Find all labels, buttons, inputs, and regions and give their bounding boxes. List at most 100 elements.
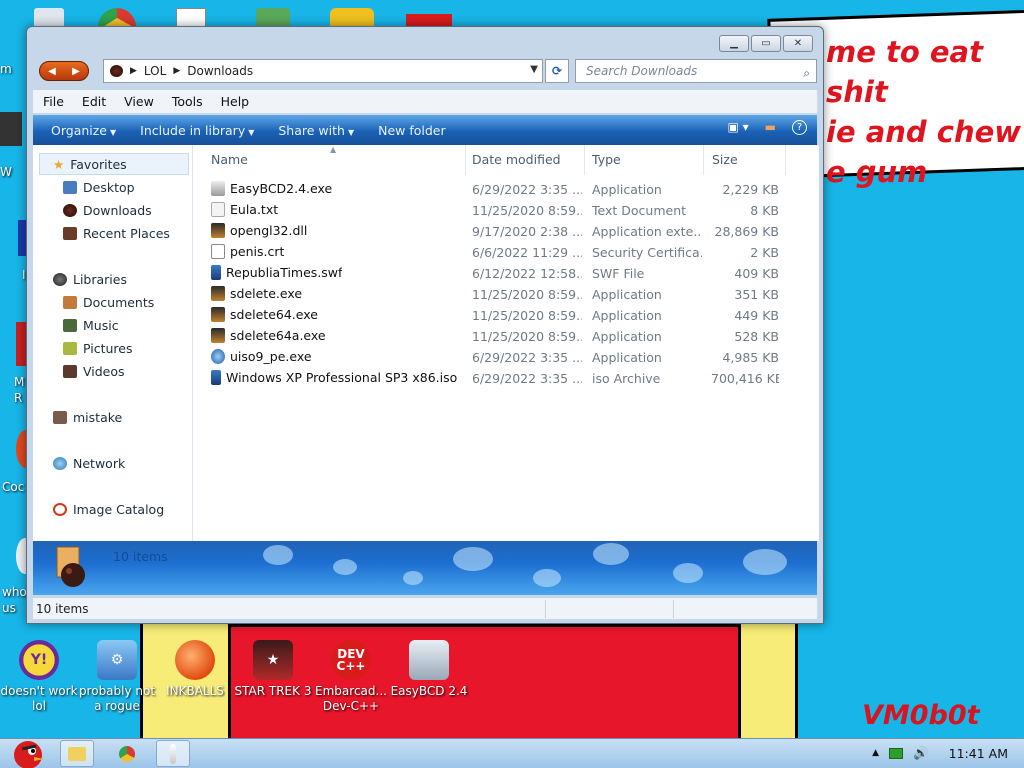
search-input[interactable]: Search Downloads ⌕ — [575, 59, 817, 83]
speech-bubble-text: me to eat shit ie and chew e gum — [826, 35, 1022, 189]
command-bar: Organize ▼ Include in library ▼ Share with… — [33, 115, 817, 145]
menu-view[interactable]: View — [124, 94, 154, 109]
libraries-icon — [53, 273, 67, 286]
organize-button[interactable]: Organize ▼ — [51, 123, 116, 138]
view-options-icon[interactable]: ▣ ▾ — [727, 120, 748, 135]
show-hidden-icons[interactable]: ▲ — [872, 748, 879, 758]
desktop-icon-top-1[interactable] — [34, 8, 64, 28]
file-row[interactable]: sdelete64.exe 11/25/2020 8:59... Applica… — [211, 306, 811, 327]
maximize-button[interactable]: ▭ — [751, 35, 781, 52]
address-bar[interactable]: ▶ LOL ▶ Downloads ▼ — [103, 59, 543, 83]
nav-network[interactable]: Network — [53, 456, 125, 471]
desktop-icon-frog[interactable] — [330, 8, 374, 28]
nav-mistake[interactable]: mistake — [53, 410, 122, 425]
start-button[interactable] — [4, 739, 50, 768]
file-date: 11/25/2020 8:59... — [472, 329, 582, 344]
taskbar-explorer-button[interactable] — [60, 740, 94, 767]
file-row[interactable]: sdelete64a.exe 11/25/2020 8:59... Applic… — [211, 327, 811, 348]
nav-desktop[interactable]: Desktop — [63, 180, 135, 195]
file-row[interactable]: sdelete.exe 11/25/2020 8:59... Applicati… — [211, 285, 811, 306]
clock[interactable]: 11:41 AM — [949, 746, 1008, 761]
file-row[interactable]: Eula.txt 11/25/2020 8:59... Text Documen… — [211, 201, 811, 222]
folder-icon — [110, 65, 123, 77]
file-date: 9/17/2020 2:38 ... — [472, 224, 582, 239]
back-forward-buttons: ◀ ▶ — [39, 61, 89, 81]
desktop-edge-icon[interactable] — [0, 112, 22, 146]
menu-tools[interactable]: Tools — [172, 94, 203, 109]
desktop-edge-label[interactable]: m — [0, 62, 28, 76]
menu-edit[interactable]: Edit — [82, 94, 106, 109]
close-button[interactable]: ✕ — [783, 35, 813, 52]
file-name: EasyBCD2.4.exe — [230, 181, 333, 196]
volume-icon[interactable]: 🔊 — [913, 745, 929, 761]
refresh-button[interactable]: ⟳ — [545, 59, 569, 83]
menu-file[interactable]: File — [43, 94, 64, 109]
file-row[interactable]: EasyBCD2.4.exe 6/29/2022 3:35 ... Applic… — [211, 180, 811, 201]
bubble-decoration — [533, 569, 561, 587]
file-date: 6/6/2022 11:29 ... — [472, 245, 582, 260]
nav-pictures[interactable]: Pictures — [63, 341, 133, 356]
file-row[interactable]: penis.crt 6/6/2022 11:29 ... Security Ce… — [211, 243, 811, 264]
nav-downloads[interactable]: Downloads — [63, 203, 152, 218]
nav-music[interactable]: Music — [63, 318, 119, 333]
desktop-icon-security[interactable] — [256, 8, 290, 28]
file-name: Eula.txt — [230, 202, 279, 217]
explorer-window: ▁ ▭ ✕ ◀ ▶ ▶ LOL ▶ Downloads ▼ ⟳ Search D… — [26, 26, 824, 624]
nav-libraries[interactable]: Libraries — [53, 272, 127, 287]
inkball-icon — [175, 640, 215, 680]
nav-favorites[interactable]: ★ Favorites — [53, 157, 127, 172]
help-icon[interactable]: ? — [792, 120, 807, 135]
desktop-icon-inkballs[interactable]: INKBALLS — [156, 640, 234, 699]
taskbar-app-button[interactable] — [156, 740, 190, 767]
desktop-icon-star-trek[interactable]: ★ STAR TREK 3 — [234, 640, 312, 699]
breadcrumb-separator: ▶ — [130, 66, 137, 76]
desktop-icon-yahoo[interactable]: Y! doesn't work lol — [0, 640, 78, 714]
forward-button[interactable]: ▶ — [64, 62, 88, 80]
desktop-icon-rogue[interactable]: ⚙ probably not a rogue — [78, 640, 156, 714]
details-pane: 10 items — [33, 541, 817, 595]
desktop-icon-devcpp[interactable]: DEV C++ Embarcad... Dev-C++ — [312, 640, 390, 714]
column-header-date[interactable]: Date modified — [472, 152, 561, 167]
column-divider[interactable] — [584, 145, 585, 175]
exe-icon — [211, 328, 225, 343]
column-divider[interactable] — [703, 145, 704, 175]
status-divider — [673, 600, 674, 618]
taskbar-chrome-button[interactable] — [110, 740, 144, 767]
file-row[interactable]: uiso9_pe.exe 6/29/2022 3:35 ... Applicat… — [211, 348, 811, 369]
nav-videos[interactable]: Videos — [63, 364, 125, 379]
file-row[interactable]: RepubliaTimes.swf 6/12/2022 12:58... SWF… — [211, 264, 811, 285]
file-type: iso Archive — [592, 371, 661, 386]
nav-image-catalog[interactable]: Image Catalog — [53, 502, 164, 517]
column-divider[interactable] — [785, 145, 786, 175]
battery-icon[interactable] — [889, 747, 904, 759]
desktop-icon-solitaire[interactable] — [176, 8, 206, 28]
homegroup-icon — [53, 411, 67, 424]
include-in-library-button[interactable]: Include in library ▼ — [140, 123, 254, 138]
nav-documents[interactable]: Documents — [63, 295, 154, 310]
bubble-decoration — [593, 543, 629, 565]
minimize-button[interactable]: ▁ — [719, 35, 749, 52]
file-date: 6/12/2022 12:58... — [472, 266, 582, 281]
desktop-edge-label[interactable]: W — [0, 165, 28, 179]
desktop-edge-label[interactable]: who us — [2, 584, 28, 616]
column-header-size[interactable]: Size — [712, 152, 738, 167]
search-icon[interactable]: ⌕ — [803, 62, 810, 84]
file-row[interactable]: Windows XP Professional SP3 x86.iso 6/29… — [211, 369, 811, 390]
new-folder-button[interactable]: New folder — [378, 123, 446, 138]
file-row[interactable]: opengl32.dll 9/17/2020 2:38 ... Applicat… — [211, 222, 811, 243]
file-name: RepubliaTimes.swf — [226, 265, 343, 280]
share-with-button[interactable]: Share with ▼ — [278, 123, 354, 138]
back-button[interactable]: ◀ — [40, 62, 64, 80]
taskbar: ▲ 🔊 11:41 AM — [0, 738, 1024, 768]
menu-help[interactable]: Help — [221, 94, 250, 109]
column-divider[interactable] — [465, 145, 466, 175]
breadcrumb-downloads[interactable]: Downloads — [187, 64, 253, 78]
address-dropdown-icon[interactable]: ▼ — [530, 64, 538, 75]
breadcrumb-lol[interactable]: LOL — [144, 64, 166, 78]
preview-pane-icon[interactable]: ▬ — [765, 120, 776, 135]
desktop-icon-easybcd[interactable]: EasyBCD 2.4 — [390, 640, 468, 699]
column-header-name[interactable]: Name — [211, 152, 248, 167]
bubble-decoration — [453, 547, 493, 571]
nav-recent-places[interactable]: Recent Places — [63, 226, 170, 241]
column-header-type[interactable]: Type — [592, 152, 621, 167]
